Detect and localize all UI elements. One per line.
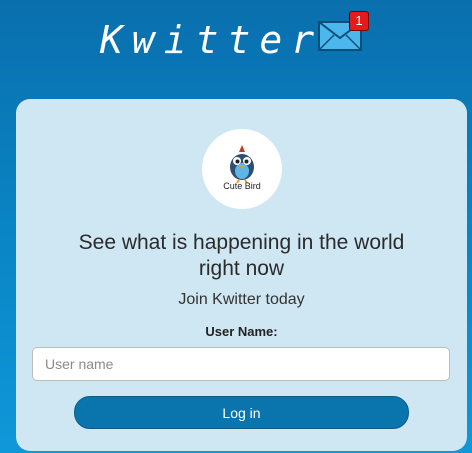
username-input[interactable] <box>32 347 450 381</box>
headline-line-1: See what is happening in the world <box>78 231 405 254</box>
signup-card: Cute Bird See what is happening in the w… <box>16 99 467 451</box>
logo-text: Cute Bird <box>223 181 261 191</box>
subheadline: Join Kwitter today <box>178 291 305 308</box>
login-button[interactable]: Log in <box>74 396 409 429</box>
bird-logo: Cute Bird <box>202 129 282 209</box>
username-label: User Name: <box>205 324 278 339</box>
notification-badge[interactable]: 1 <box>349 11 369 31</box>
app-title: Kwitter <box>100 18 324 62</box>
header: Kwitter 1 <box>0 0 472 90</box>
headline-line-2: right now <box>198 257 285 280</box>
bird-icon <box>230 145 254 183</box>
headline: See what is happening in the world right… <box>16 230 467 282</box>
